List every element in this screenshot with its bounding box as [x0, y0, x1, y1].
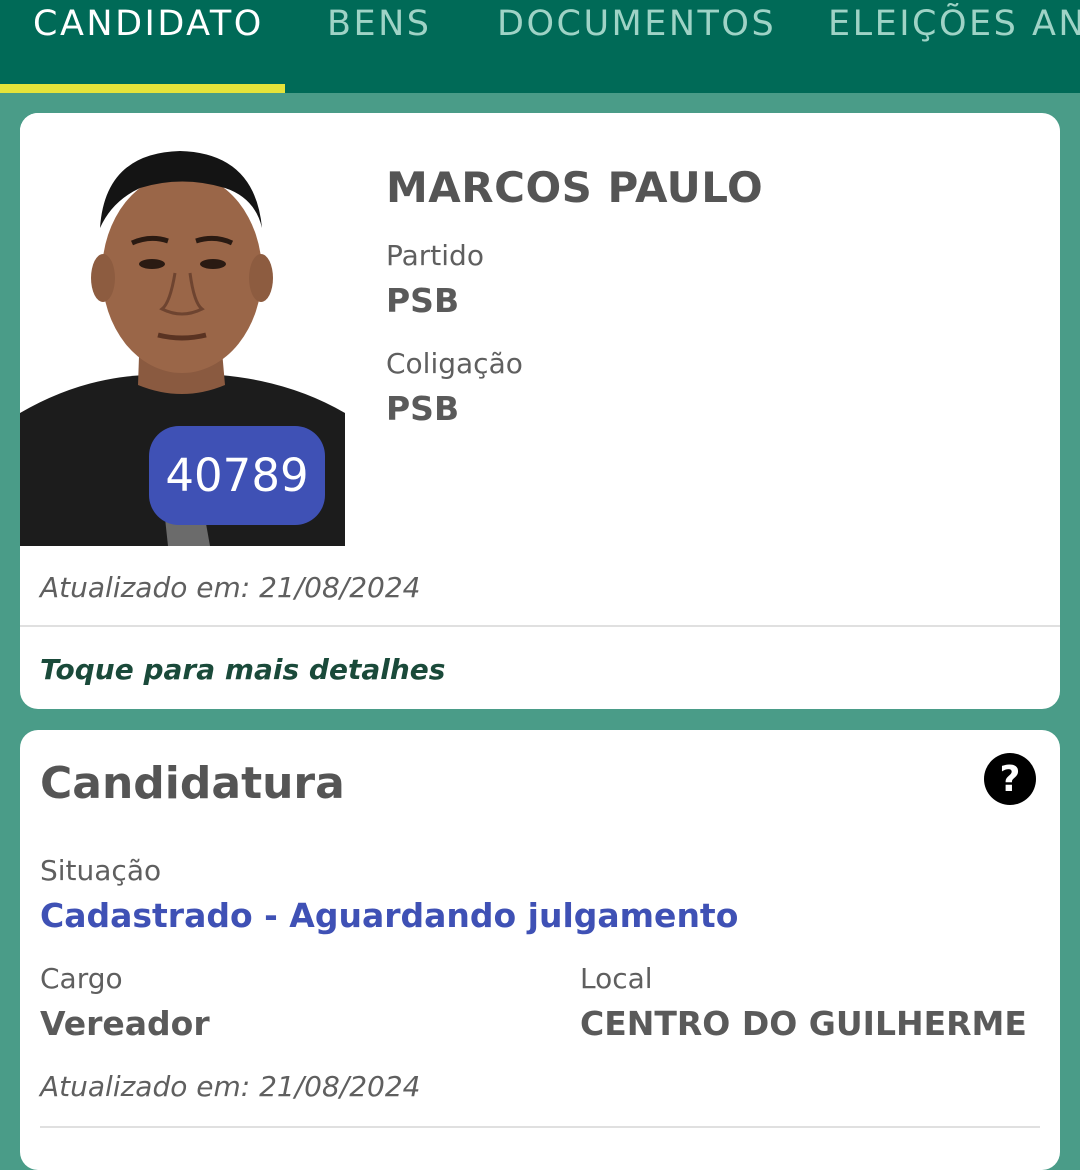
candidate-number-badge: 40789: [149, 426, 325, 525]
status-value: Cadastrado - Aguardando julgamento: [40, 896, 739, 935]
status-label: Situação: [40, 854, 162, 887]
help-icon[interactable]: ?: [984, 753, 1036, 805]
tab-bar: CANDIDATO BENS DOCUMENTOS ELEIÇÕES AN: [0, 0, 1080, 93]
candidate-card[interactable]: 40789 MARCOS PAULO Partido PSB Coligação…: [20, 113, 1060, 709]
tab-documentos[interactable]: DOCUMENTOS: [497, 4, 776, 44]
party-value: PSB: [386, 281, 460, 320]
coalition-value: PSB: [386, 389, 460, 428]
candidacy-divider: [40, 1126, 1040, 1128]
tab-eleicoes-anteriores[interactable]: ELEIÇÕES AN: [828, 4, 1080, 44]
card-divider: [20, 625, 1060, 627]
tab-bens[interactable]: BENS: [327, 4, 432, 44]
candidacy-updated-date: Atualizado em: 21/08/2024: [40, 1070, 421, 1103]
location-label: Local: [580, 962, 653, 995]
location-value: CENTRO DO GUILHERME: [580, 1004, 1027, 1043]
candidate-updated-date: Atualizado em: 21/08/2024: [40, 571, 421, 604]
office-value: Vereador: [40, 1004, 210, 1043]
party-label: Partido: [386, 239, 484, 272]
candidate-name: MARCOS PAULO: [386, 163, 764, 212]
active-tab-indicator: [0, 84, 285, 93]
coalition-label: Coligação: [386, 347, 523, 380]
more-details-link[interactable]: Toque para mais detalhes: [40, 653, 445, 686]
office-label: Cargo: [40, 962, 123, 995]
tab-candidato[interactable]: CANDIDATO: [33, 4, 264, 44]
candidacy-card: Candidatura ? Situação Cadastrado - Agua…: [20, 730, 1060, 1170]
candidacy-title: Candidatura: [40, 758, 345, 809]
